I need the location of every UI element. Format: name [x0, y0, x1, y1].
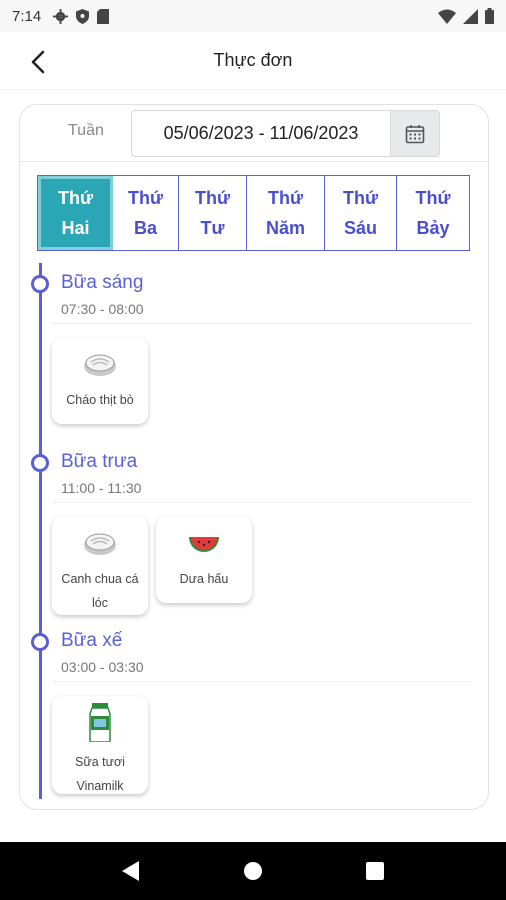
meal-separator: [52, 323, 472, 324]
triangle-back-icon: [122, 861, 139, 881]
timeline-dot: [31, 275, 49, 293]
week-row: Tuần 05/06/2023 - 11/06/2023: [20, 105, 488, 162]
food-card[interactable]: Cháo thịt bò: [52, 338, 148, 424]
sd-card-icon: [97, 8, 110, 24]
chevron-left-icon: [31, 50, 45, 74]
meal-time: 07:30 - 08:00: [61, 301, 144, 317]
nav-back-button[interactable]: [111, 851, 151, 891]
week-label: Tuần: [68, 122, 104, 139]
day-tabs: Thứ Hai Thứ Ba Thứ Tư Thứ Năm Thứ Sáu Th…: [37, 175, 470, 251]
food-name: Dưa hấu: [179, 572, 229, 586]
calendar-button[interactable]: [390, 110, 440, 157]
food-card[interactable]: Sữa tươi Vinamilk: [52, 696, 148, 794]
meal-separator: [52, 502, 472, 503]
food-card[interactable]: Canh chua cá lóc: [52, 517, 148, 615]
day-tab-thu-bay[interactable]: Thứ Bảy: [397, 176, 469, 250]
milk-carton-icon: [89, 703, 111, 742]
calendar-icon: [405, 124, 425, 143]
meal-name: Bữa sáng: [61, 272, 144, 293]
food-name: Cháo thịt bò: [66, 393, 134, 407]
battery-icon: [485, 8, 494, 24]
day-tab-thu-ba[interactable]: Thứ Ba: [113, 176, 179, 250]
timeline-dot: [31, 454, 49, 472]
status-time: 7:14: [12, 7, 42, 25]
square-recents-icon: [366, 862, 384, 880]
meal-separator: [52, 681, 472, 682]
shield-icon: [76, 8, 90, 24]
nav-recents-button[interactable]: [355, 851, 395, 891]
system-nav-bar: [0, 842, 506, 900]
menu-card: Tuần 05/06/2023 - 11/06/2023 Thứ Hai Thứ…: [19, 104, 489, 810]
status-bar: 7:14: [0, 0, 506, 32]
meal-name: Bữa trưa: [61, 451, 138, 472]
meal-time: 11:00 - 11:30: [61, 480, 142, 496]
food-name: Canh chua cá lóc: [61, 572, 139, 610]
app-header: Thực đơn: [0, 32, 506, 90]
nav-home-button[interactable]: [233, 851, 273, 891]
day-tab-thu-hai[interactable]: Thứ Hai: [38, 176, 113, 250]
meal-time: 03:00 - 03:30: [61, 659, 144, 675]
day-tab-thu-sau[interactable]: Thứ Sáu: [325, 176, 397, 250]
day-tab-thu-nam[interactable]: Thứ Năm: [247, 176, 325, 250]
porridge-icon: [84, 354, 116, 376]
signal-icon: [463, 8, 478, 24]
timeline-line: [39, 263, 42, 799]
page-title: Thực đơn: [213, 50, 293, 70]
wifi-icon: [438, 9, 456, 24]
settings-gear-icon: [53, 8, 69, 24]
back-button[interactable]: [24, 48, 52, 76]
timeline-dot: [31, 633, 49, 651]
day-tab-thu-tu[interactable]: Thứ Tư: [179, 176, 247, 250]
soup-icon: [84, 533, 116, 555]
meal-name: Bữa xế: [61, 630, 123, 651]
food-card[interactable]: Dưa hấu: [156, 517, 252, 603]
week-range-field[interactable]: 05/06/2023 - 11/06/2023: [131, 110, 391, 157]
food-name: Sữa tươi Vinamilk: [75, 755, 125, 793]
circle-home-icon: [244, 862, 262, 880]
watermelon-icon: [189, 537, 219, 552]
